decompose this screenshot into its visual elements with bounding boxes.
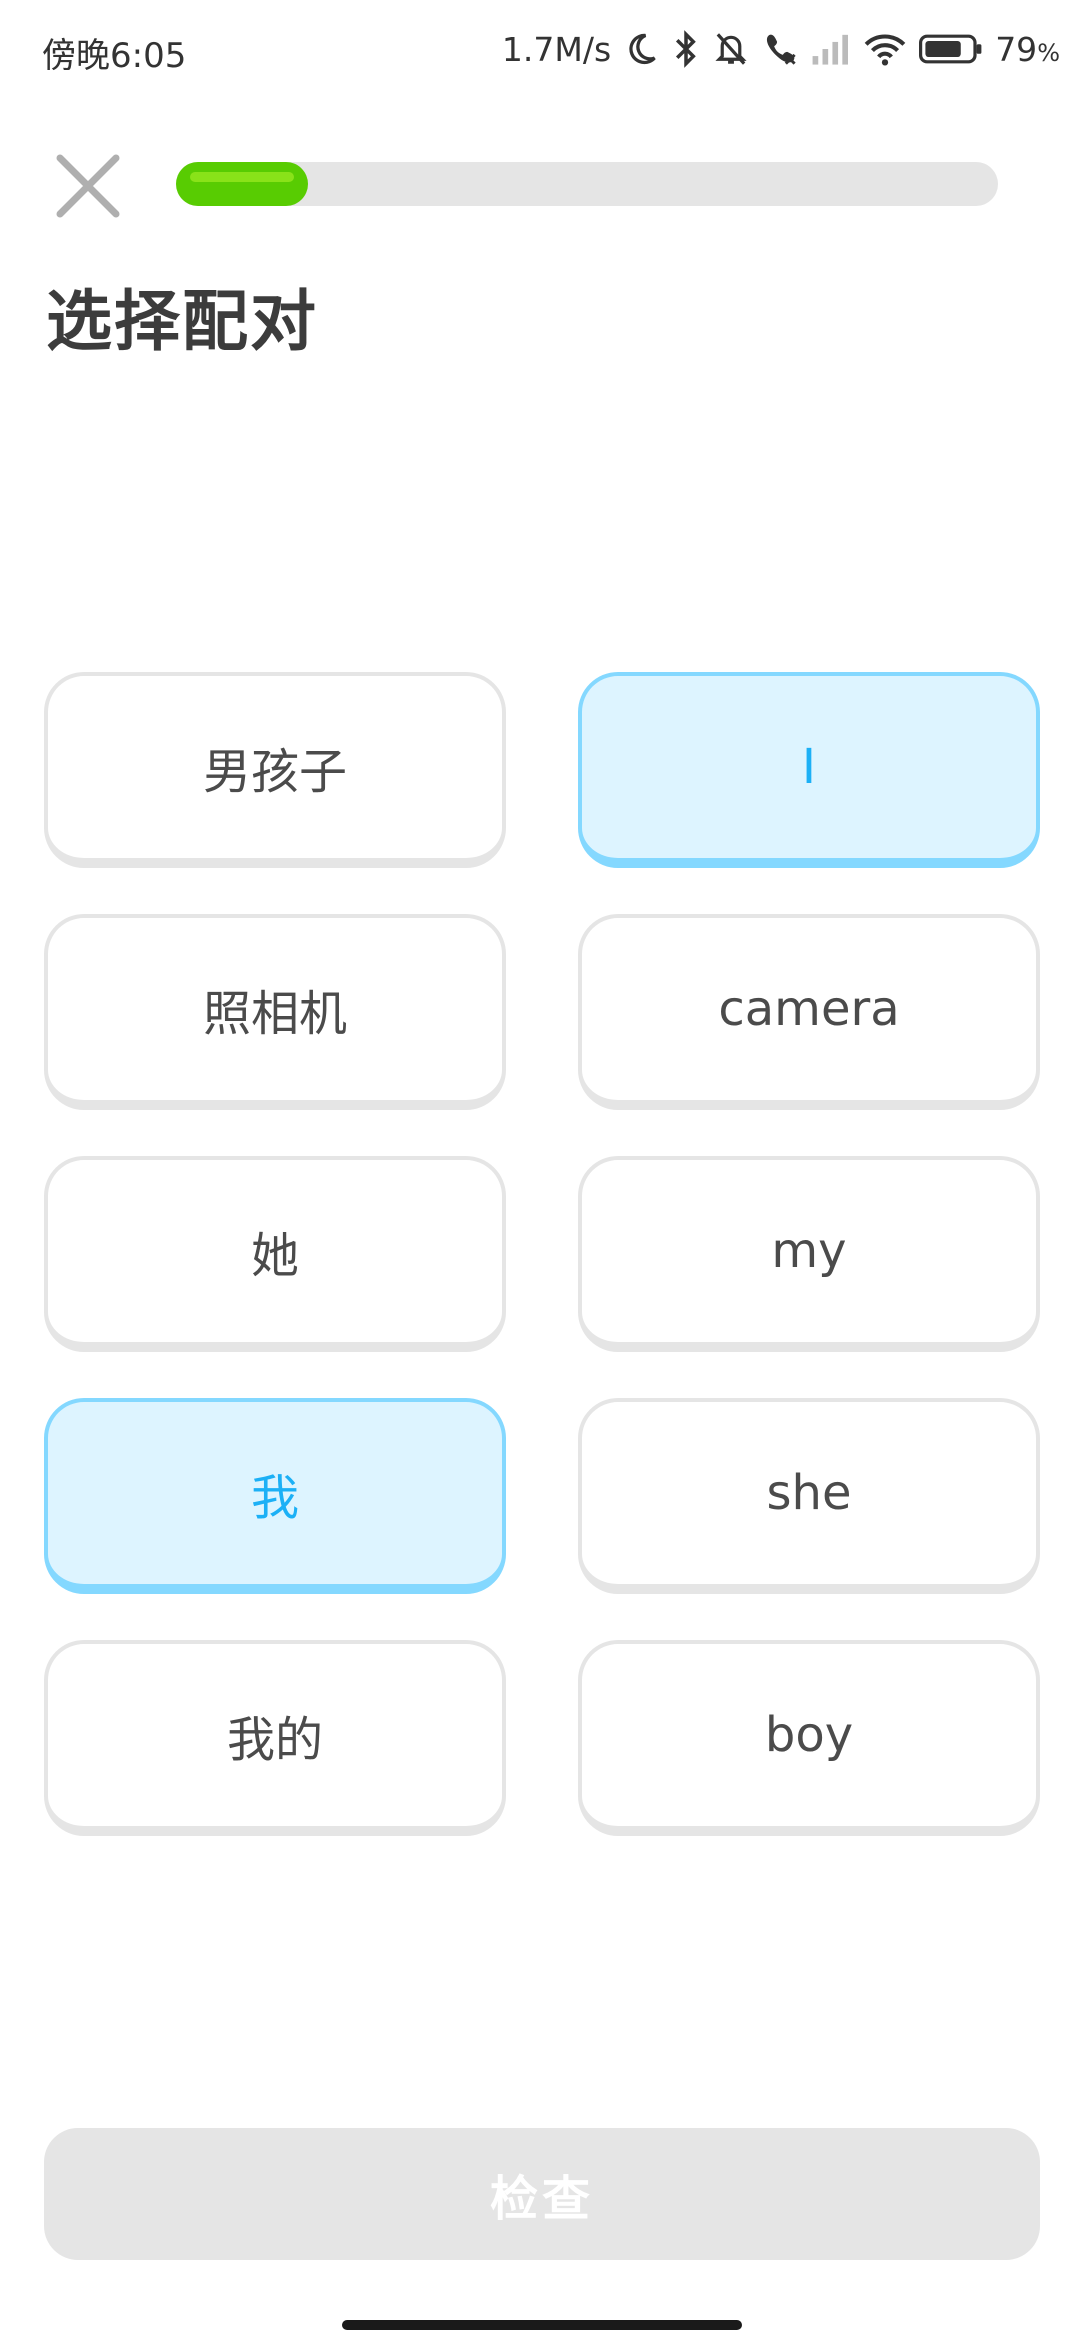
network-speed: 1.7M/s xyxy=(501,29,612,69)
bell-muted-icon xyxy=(713,30,749,68)
progress-shine xyxy=(190,172,294,182)
call-icon xyxy=(761,30,799,68)
battery-percent: 79% xyxy=(995,30,1060,69)
battery-percent-value: 79 xyxy=(995,29,1038,69)
match-card-left-5[interactable]: 我的 xyxy=(44,1640,506,1836)
moon-icon xyxy=(623,31,659,67)
status-icons: 1.7M/s 79% xyxy=(502,24,1060,74)
lesson-progress-bar xyxy=(176,162,998,206)
close-icon xyxy=(56,154,120,218)
match-card-left-1[interactable]: 男孩子 xyxy=(44,672,506,868)
match-card-left-4[interactable]: 我 xyxy=(44,1398,506,1594)
match-card-left-2[interactable]: 照相机 xyxy=(44,914,506,1110)
match-card-right-2[interactable]: camera xyxy=(578,914,1040,1110)
page-title: 选择配对 xyxy=(46,283,318,360)
progress-fill xyxy=(176,162,308,206)
bluetooth-icon xyxy=(671,30,701,68)
status-time: 傍晚6:05 xyxy=(42,36,187,76)
battery-percent-unit: % xyxy=(1037,38,1060,67)
check-button[interactable]: 检查 xyxy=(44,2128,1040,2260)
home-indicator[interactable] xyxy=(342,2320,742,2330)
match-card-right-1[interactable]: I xyxy=(578,672,1040,868)
close-button[interactable] xyxy=(52,150,124,222)
match-card-right-3[interactable]: my xyxy=(578,1156,1040,1352)
battery-icon xyxy=(919,32,983,66)
match-grid: 男孩子 I 照相机 camera 她 my 我 she 我的 boy xyxy=(44,672,1040,1836)
match-card-right-4[interactable]: she xyxy=(578,1398,1040,1594)
match-card-right-5[interactable]: boy xyxy=(578,1640,1040,1836)
match-card-left-3[interactable]: 她 xyxy=(44,1156,506,1352)
status-bar: 傍晚6:05 1.7M/s 79% xyxy=(0,0,1080,100)
wifi-icon xyxy=(863,31,907,67)
signal-icon xyxy=(811,32,851,66)
